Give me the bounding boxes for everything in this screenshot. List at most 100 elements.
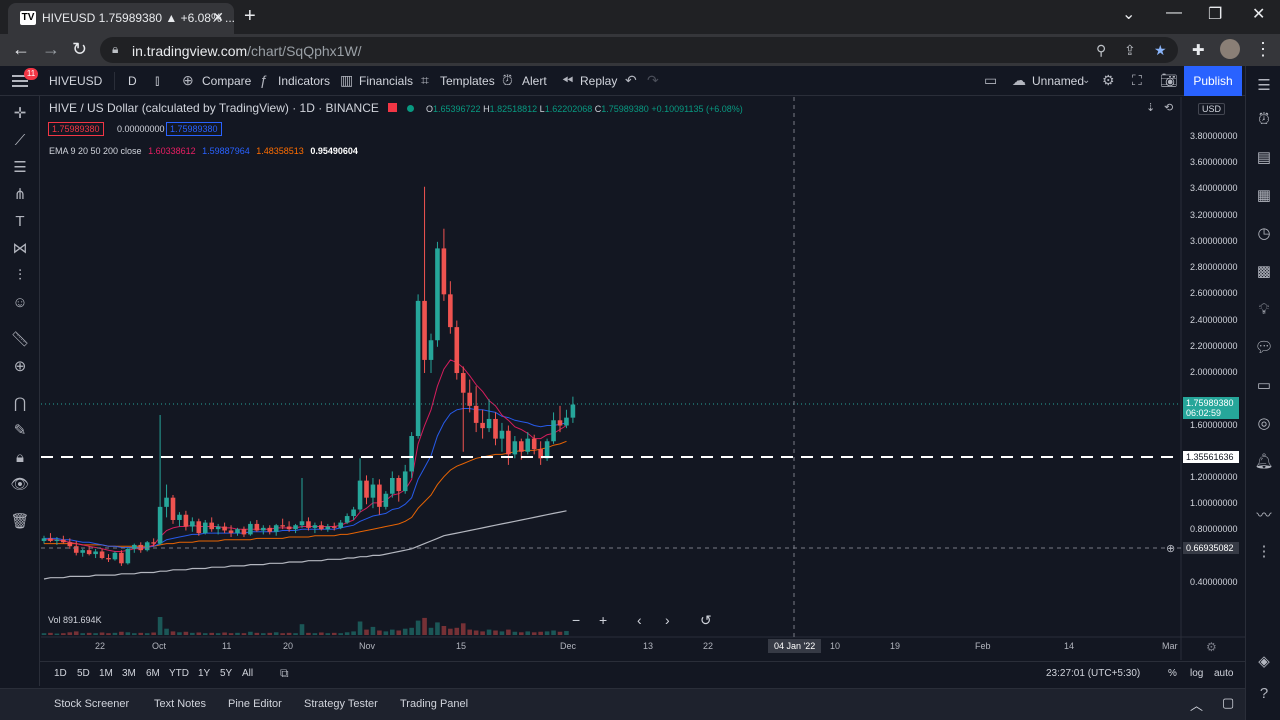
volume-bar	[557, 631, 563, 635]
zoom-out-icon[interactable]: −	[572, 612, 580, 628]
volume-bar	[248, 631, 253, 635]
candle-body	[402, 471, 408, 492]
expand-panel-chevron-up-icon[interactable]: ︿	[1190, 695, 1203, 714]
maximize-panel-icon[interactable]: ▢	[1222, 695, 1234, 711]
volume-bar	[241, 633, 247, 635]
scroll-left-icon[interactable]: ‹	[637, 612, 642, 628]
change-value: +0.10091135 (+6.08%)	[651, 104, 743, 114]
open-value: 1.65396722	[433, 104, 481, 114]
volume-bar	[112, 632, 118, 635]
range-1d[interactable]: 1D	[54, 668, 67, 679]
sell-price-box[interactable]: 1.75989380	[48, 122, 104, 136]
time-axis-settings-gear-icon[interactable]: ⚙︎	[1206, 640, 1217, 654]
volume-bar	[473, 630, 479, 635]
range-ytd[interactable]: YTD	[169, 668, 189, 679]
last-price-tag: 1.75989380 06:02:59	[1183, 397, 1239, 419]
volume-bar	[80, 633, 85, 635]
candle-body	[202, 522, 208, 534]
tab-stock-screener[interactable]: Stock Screener	[54, 698, 129, 710]
candle-body	[506, 430, 511, 455]
price-tick-label: 1.00000000	[1190, 498, 1238, 509]
clock-timezone[interactable]: 23:27:01 (UTC+5:30)	[1046, 668, 1140, 679]
bar-countdown: 06:02:59	[1186, 408, 1222, 418]
scroll-right-icon[interactable]: ›	[665, 612, 670, 628]
date-tick-label: Feb	[975, 641, 991, 651]
candle-body	[119, 552, 124, 564]
add-alert-plus-icon[interactable]: ⊕	[1166, 542, 1175, 555]
candle-body	[370, 484, 376, 498]
symbol-legend[interactable]: HIVE / US Dollar (calculated by TradingV…	[49, 101, 414, 115]
tab-text-notes[interactable]: Text Notes	[154, 698, 206, 710]
candle-body	[293, 525, 298, 530]
log-scale-toggle[interactable]: log	[1190, 668, 1203, 679]
candle-body	[312, 525, 318, 528]
volume-bar	[415, 620, 421, 635]
range-1m[interactable]: 1M	[99, 668, 113, 679]
candle-body	[86, 550, 92, 555]
candle-body	[396, 478, 402, 492]
volume-bar	[209, 632, 214, 635]
price-tick-label: 2.60000000	[1190, 288, 1238, 299]
candle-body	[106, 558, 111, 560]
range-all[interactable]: All	[242, 668, 253, 679]
volume-bar	[299, 624, 305, 635]
volume-bar	[390, 629, 395, 635]
candle-body	[499, 430, 505, 439]
candle-body	[273, 525, 279, 532]
currency-selector[interactable]: USD	[1198, 103, 1226, 115]
scroll-down-icon[interactable]: ⇣	[1146, 101, 1155, 114]
range-1y[interactable]: 1Y	[198, 668, 210, 679]
volume-bar	[164, 628, 169, 635]
price-tick-label: 3.00000000	[1190, 235, 1238, 246]
price-tick-label: 3.60000000	[1190, 157, 1238, 168]
candle-body	[170, 497, 176, 520]
high-value: 1.82518812	[489, 104, 538, 114]
candle-body	[112, 552, 118, 560]
tab-trading-panel[interactable]: Trading Panel	[400, 698, 468, 710]
volume-bar	[338, 633, 343, 635]
candle-body	[319, 525, 324, 530]
volume-bar	[409, 627, 414, 635]
price-tick-label: 0.40000000	[1190, 576, 1238, 587]
tab-strategy-tester[interactable]: Strategy Tester	[304, 698, 378, 710]
volume-bar	[190, 632, 195, 635]
candle-body	[151, 542, 156, 544]
range-3m[interactable]: 3M	[122, 668, 136, 679]
reset-chart-icon[interactable]: ↺	[700, 612, 712, 629]
volume-bar	[119, 631, 124, 635]
volume-bar	[454, 627, 460, 635]
volume-bar	[280, 633, 285, 635]
candle-body	[422, 300, 427, 360]
close-value: 1.75989380	[601, 104, 649, 114]
volume-bar	[396, 630, 402, 635]
range-5y[interactable]: 5Y	[220, 668, 232, 679]
candle-body	[254, 523, 260, 531]
auto-scale-icon[interactable]: ⟲	[1164, 101, 1173, 114]
ema200-line	[43, 510, 567, 580]
candle-body	[190, 521, 195, 527]
auto-scale-toggle[interactable]: auto	[1214, 668, 1233, 679]
range-5d[interactable]: 5D	[77, 668, 90, 679]
candle-body	[325, 526, 331, 530]
ema-legend[interactable]: EMA 9 20 50 200 close 1.60338612 1.59887…	[49, 146, 358, 156]
candle-body	[73, 546, 79, 553]
price-tick-label: 2.00000000	[1190, 367, 1238, 378]
volume-bar	[151, 632, 156, 635]
tab-pine-editor[interactable]: Pine Editor	[228, 698, 282, 710]
candle-body	[454, 327, 460, 374]
candle-body	[531, 438, 537, 450]
buy-price-box[interactable]: 1.75989380	[166, 122, 222, 136]
volume-legend[interactable]: Vol 891.694K	[48, 615, 102, 625]
volume-bar	[312, 633, 318, 635]
candle-body	[344, 516, 350, 523]
range-6m[interactable]: 6M	[146, 668, 160, 679]
zoom-in-plus-icon[interactable]: +	[599, 612, 607, 628]
candle-body	[441, 248, 447, 295]
volume-bar	[344, 632, 350, 635]
volume-bar	[377, 630, 382, 635]
percent-scale-toggle[interactable]: %	[1168, 668, 1177, 679]
volume-bar	[325, 633, 331, 635]
candle-body	[93, 551, 98, 555]
go-to-date-icon[interactable]: ⧉	[280, 666, 289, 681]
volume-bar	[357, 621, 363, 635]
